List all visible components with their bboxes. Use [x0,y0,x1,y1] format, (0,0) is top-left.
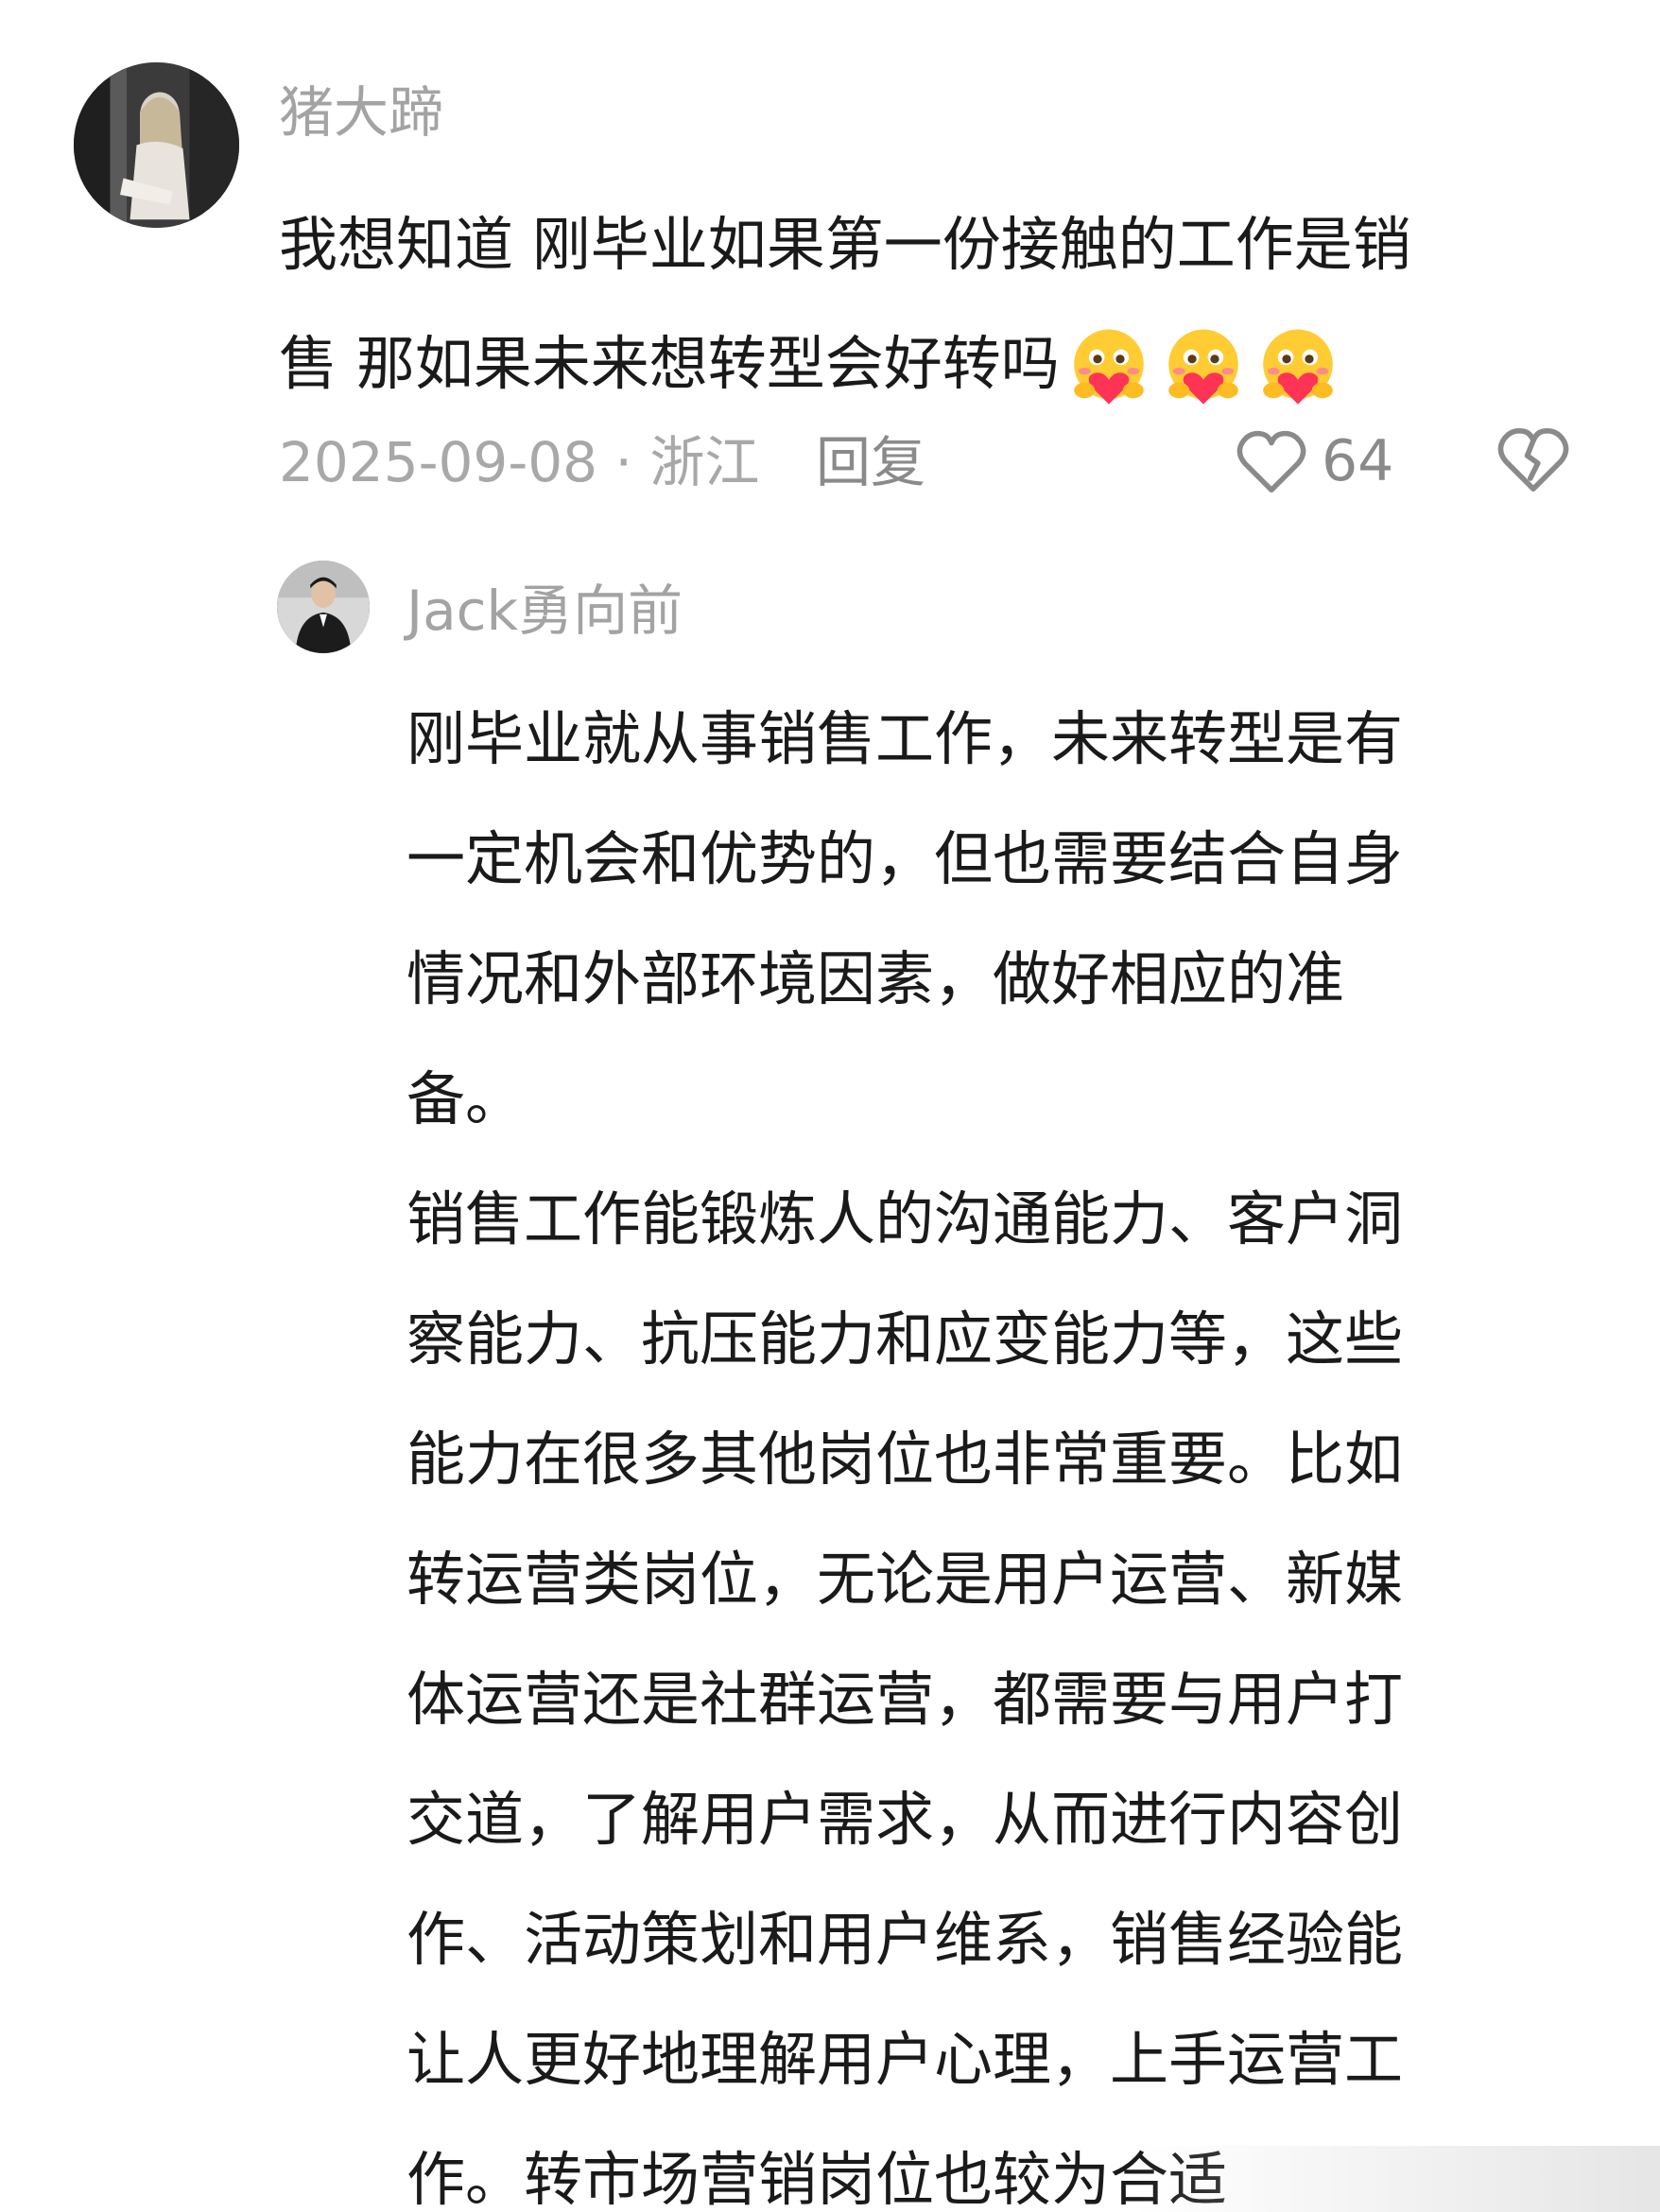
comment-page: 猪大蹄 我想知道 刚毕业如果第一份接触的工作是销 售 那如果未来想转型会好转吗 [0,0,1660,2212]
bottom-fade-overlay [1134,2146,1660,2212]
comment-username[interactable]: 猪大蹄 [279,85,443,140]
hug-emoji-icon [1254,324,1341,411]
comment-text-line-with-emoji: 售 那如果未来想转型会好转吗 [279,304,1565,423]
reply-text-line: 体运营还是社群运营，都需要与用户打 [406,1665,1404,1734]
reply-text-line: 一定机会和优势的，但也需要结合自身 [406,824,1404,893]
reply-text-line: 察能力、抗压能力和应变能力等，这些 [406,1305,1404,1374]
reply-button[interactable]: 回复 [816,427,925,497]
reply-text-line: 作、活动策划和用户维系，销售经验能 [406,1905,1404,1974]
reply-username[interactable]: Jack勇向前 [406,583,683,638]
reply-text-line: 销售工作能锻炼人的沟通能力、客户洞 [406,1184,1404,1253]
comment-date-location: 2025-09-08 · 浙江 [279,430,760,494]
reply-text-line: 备。 [406,1064,525,1133]
comment-text-line: 售 那如果未来想转型会好转吗 [279,329,1060,398]
dislike-button[interactable] [1496,425,1571,493]
reply-text-line: 转运营类岗位，无论是用户运营、新媒 [406,1545,1404,1614]
comment-text-line: 我想知道 刚毕业如果第一份接触的工作是销 [279,210,1411,279]
reply-avatar[interactable] [277,561,370,653]
heart-icon [1236,430,1306,493]
reply-text-line: 让人更好地理解用户心理，上手运营工 [406,2025,1404,2094]
emoji-group [1065,324,1341,411]
comment-body: 我想知道 刚毕业如果第一份接触的工作是销 售 那如果未来想转型会好转吗 [279,185,1565,423]
broken-heart-icon [1497,428,1569,492]
reply-text-line: 交道，了解用户需求，从而进行内容创 [406,1785,1404,1854]
like-button[interactable]: 64 [1235,423,1393,499]
reply-text-line: 刚毕业就从事销售工作，未来转型是有 [406,704,1404,773]
comment-avatar[interactable] [74,62,239,228]
reply-text-line: 情况和外部环境因素，做好相应的准 [406,944,1345,1013]
hug-emoji-icon [1065,324,1152,411]
reply-body: 刚毕业就从事销售工作，未来转型是有 一定机会和优势的，但也需要结合自身 情况和外… [406,679,1579,2212]
user-photo-icon [277,561,370,653]
hug-emoji-icon [1160,324,1247,411]
user-photo-icon [74,62,239,228]
reply-text-line: 能力在很多其他岗位也非常重要。比如 [406,1425,1404,1494]
like-count: 64 [1322,428,1394,494]
